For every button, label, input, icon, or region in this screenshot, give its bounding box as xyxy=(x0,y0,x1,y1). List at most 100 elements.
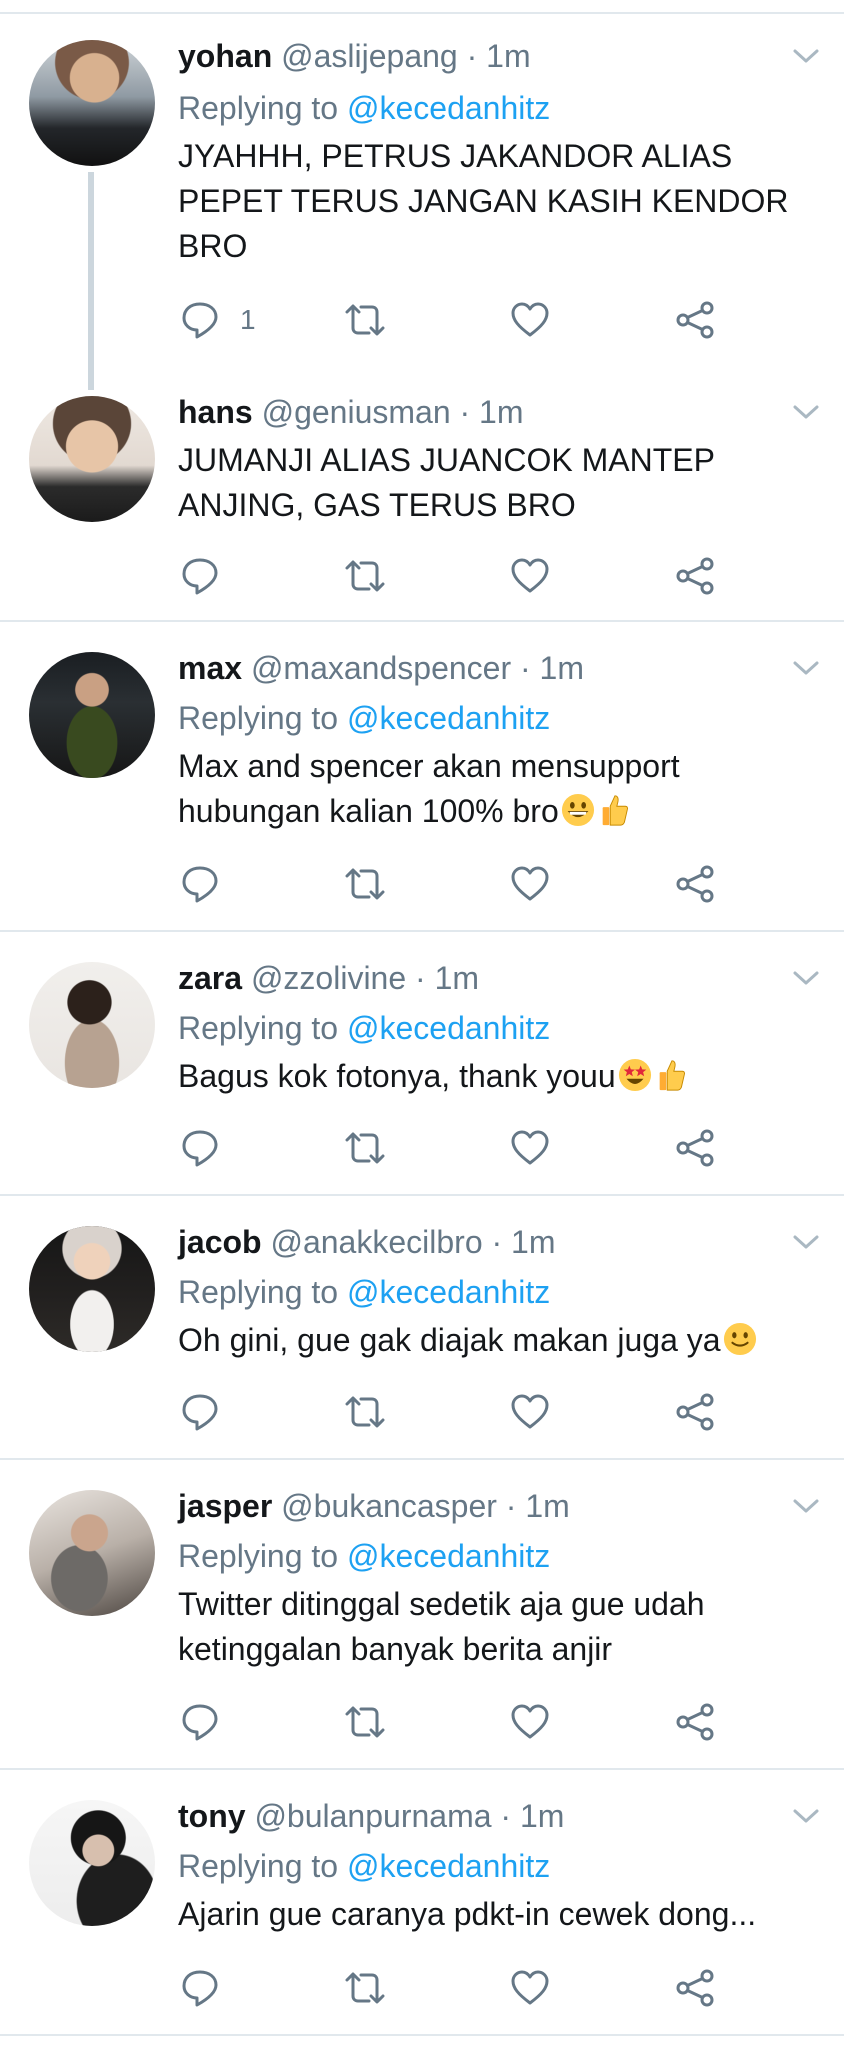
retweet-icon[interactable] xyxy=(343,1966,387,2010)
tweet-text-line: hubungan kalian 100% bro xyxy=(178,789,818,834)
chevron-down-icon[interactable] xyxy=(792,1806,820,1826)
like-icon[interactable] xyxy=(510,1390,550,1434)
tweet-text: Max and spencer akan mensupport hubungan… xyxy=(178,744,818,834)
share-icon[interactable] xyxy=(675,298,715,342)
display-name[interactable]: yohan xyxy=(178,38,272,74)
user-handle[interactable]: @zzolivine xyxy=(251,960,406,996)
separator-dot: · xyxy=(491,1224,503,1260)
retweet-icon[interactable] xyxy=(343,862,387,906)
tweet-text-fragment: Oh gini, gue gak diajak makan juga ya xyxy=(178,1322,721,1358)
share-icon[interactable] xyxy=(675,1700,715,1744)
share-icon[interactable] xyxy=(675,554,715,598)
share-icon[interactable] xyxy=(675,1126,715,1170)
separator-dot: · xyxy=(415,960,426,996)
timestamp[interactable]: 1m xyxy=(486,38,530,74)
avatar[interactable] xyxy=(29,1490,155,1616)
tweet-divider xyxy=(0,1768,844,1770)
share-icon[interactable] xyxy=(675,1966,715,2010)
like-icon[interactable] xyxy=(510,1126,550,1170)
avatar[interactable] xyxy=(29,396,155,522)
tweet-header: max @maxandspencer · 1m xyxy=(178,646,584,690)
replying-to-label: Replying to xyxy=(178,90,339,126)
share-icon[interactable] xyxy=(675,862,715,906)
tweet-header: tony @bulanpurnama · 1m xyxy=(178,1794,564,1838)
tweet-text-line: Max and spencer akan mensupport xyxy=(178,748,680,784)
replying-to: Replying to @kecedanhitz xyxy=(178,696,550,740)
share-icon[interactable] xyxy=(675,1390,715,1434)
timestamp[interactable]: 1m xyxy=(479,394,523,430)
like-icon[interactable] xyxy=(510,298,550,342)
chevron-down-icon[interactable] xyxy=(792,1232,820,1252)
retweet-icon[interactable] xyxy=(343,1390,387,1434)
thumbs-up-emoji xyxy=(602,795,628,826)
mention-link[interactable]: @kecedanhitz xyxy=(347,700,550,736)
chevron-down-icon[interactable] xyxy=(792,968,820,988)
replying-to-label: Replying to xyxy=(178,1538,339,1574)
user-handle[interactable]: @geniusman xyxy=(262,394,451,430)
mention-link[interactable]: @kecedanhitz xyxy=(347,1538,550,1574)
retweet-icon[interactable] xyxy=(343,1126,387,1170)
mention-link[interactable]: @kecedanhitz xyxy=(347,1848,550,1884)
chevron-down-icon[interactable] xyxy=(792,402,820,422)
thread-line xyxy=(88,172,94,390)
retweet-icon[interactable] xyxy=(343,554,387,598)
tweet-divider xyxy=(0,620,844,622)
tweet-divider xyxy=(0,2034,844,2036)
retweet-icon[interactable] xyxy=(343,298,387,342)
like-icon[interactable] xyxy=(510,554,550,598)
star-struck-emoji xyxy=(618,1058,651,1092)
avatar[interactable] xyxy=(29,1800,155,1926)
timestamp[interactable]: 1m xyxy=(435,960,479,996)
mention-link[interactable]: @kecedanhitz xyxy=(347,1274,550,1310)
mention-link[interactable]: @kecedanhitz xyxy=(347,1010,550,1046)
chevron-down-icon[interactable] xyxy=(792,1496,820,1516)
reply-icon[interactable] xyxy=(180,298,220,342)
timestamp[interactable]: 1m xyxy=(540,650,584,686)
chevron-down-icon[interactable] xyxy=(792,46,820,66)
user-handle[interactable]: @anakkecilbro xyxy=(270,1224,482,1260)
timestamp[interactable]: 1m xyxy=(525,1488,569,1524)
separator-dot: · xyxy=(459,394,471,430)
user-handle[interactable]: @bukancasper xyxy=(281,1488,497,1524)
like-icon[interactable] xyxy=(510,862,550,906)
grinning-face-emoji xyxy=(561,793,594,827)
reply-icon[interactable] xyxy=(180,1966,220,2010)
timestamp[interactable]: 1m xyxy=(511,1224,555,1260)
replying-to-label: Replying to xyxy=(178,1010,339,1046)
avatar[interactable] xyxy=(29,652,155,778)
display-name[interactable]: jacob xyxy=(178,1224,262,1260)
reply-icon[interactable] xyxy=(180,1390,220,1434)
tweet-text-fragment: Bagus kok fotonya, thank youu xyxy=(178,1058,616,1094)
avatar[interactable] xyxy=(29,962,155,1088)
user-handle[interactable]: @maxandspencer xyxy=(251,650,511,686)
display-name[interactable]: jasper xyxy=(178,1488,272,1524)
reply-count: 1 xyxy=(240,304,256,335)
top-divider xyxy=(0,12,844,14)
tweet-text-fragment: hubungan kalian 100% bro xyxy=(178,793,559,829)
user-handle[interactable]: @aslijepang xyxy=(281,38,458,74)
like-icon[interactable] xyxy=(510,1966,550,2010)
avatar[interactable] xyxy=(29,40,155,166)
reply-icon[interactable] xyxy=(180,862,220,906)
reply-icon[interactable] xyxy=(180,554,220,598)
retweet-icon[interactable] xyxy=(343,1700,387,1744)
replying-to: Replying to @kecedanhitz xyxy=(178,1844,550,1888)
timestamp[interactable]: 1m xyxy=(520,1798,564,1834)
tweet-text-line: BRO xyxy=(178,228,248,264)
action-bar xyxy=(0,1966,844,2010)
like-icon[interactable] xyxy=(510,1700,550,1744)
chevron-down-icon[interactable] xyxy=(792,658,820,678)
reply-icon[interactable] xyxy=(180,1700,220,1744)
mention-link[interactable]: @kecedanhitz xyxy=(347,90,550,126)
separator-dot: · xyxy=(505,1488,517,1524)
user-handle[interactable]: @bulanpurnama xyxy=(254,1798,491,1834)
tweet-text-line: Ajarin gue caranya pdkt-in cewek dong... xyxy=(178,1896,757,1932)
reply-icon[interactable] xyxy=(180,1126,220,1170)
avatar[interactable] xyxy=(29,1226,155,1352)
display-name[interactable]: max xyxy=(178,650,242,686)
thumbs-up-emoji xyxy=(659,1060,685,1091)
tweet-header: hans @geniusman · 1m xyxy=(178,390,524,434)
display-name[interactable]: zara xyxy=(178,960,242,996)
display-name[interactable]: tony xyxy=(178,1798,246,1834)
display-name[interactable]: hans xyxy=(178,394,253,430)
